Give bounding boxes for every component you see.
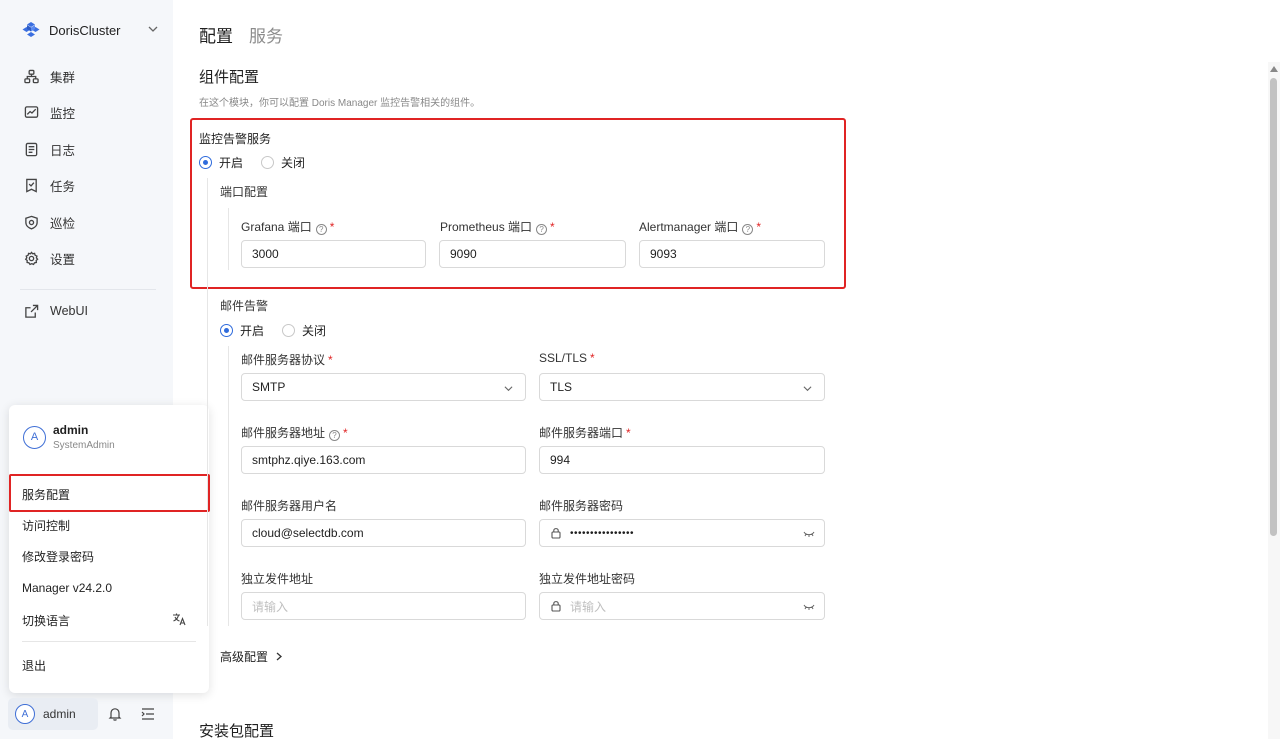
- smtp-host-label: 邮件服务器地址? *: [241, 426, 348, 441]
- email-alert-label: 邮件告警: [220, 299, 269, 313]
- user-menu-popup: A admin SystemAdmin 服务配置 访问控制 修改登录密码 Man…: [9, 405, 209, 693]
- tab-service[interactable]: 服务: [249, 22, 283, 47]
- log-icon: [25, 142, 38, 156]
- sidebar-item-label: 日志: [50, 143, 76, 158]
- sidebar-item-settings[interactable]: 设置: [10, 241, 160, 278]
- package-config-title: 安装包配置: [199, 723, 275, 739]
- component-config-description: 在这个模块，你可以配置 Doris Manager 监控告警相关的组件。: [199, 98, 481, 109]
- sender-address-label: 独立发件地址: [241, 572, 314, 586]
- scrollbar-thumb[interactable]: [1270, 78, 1277, 536]
- placeholder-text: 请输入: [570, 599, 607, 614]
- smtp-host-input[interactable]: smtphz.qiye.163.com: [241, 446, 526, 474]
- sidebar-item-monitor[interactable]: 监控: [10, 95, 160, 132]
- tab-config[interactable]: 配置: [199, 22, 233, 47]
- sidebar-item-label: 监控: [50, 107, 76, 122]
- sender-password-label: 独立发件地址密码: [539, 572, 636, 586]
- menu-item-version: Manager v24.2.0: [22, 581, 113, 595]
- section-guide-line: [228, 346, 229, 626]
- email-off-radio[interactable]: [282, 324, 296, 337]
- eye-closed-icon[interactable]: [803, 602, 815, 612]
- task-icon: [26, 179, 37, 193]
- lock-icon: [551, 601, 561, 612]
- sidebar-item-webui[interactable]: WebUI: [10, 293, 160, 330]
- advanced-config-toggle[interactable]: 高级配置: [220, 648, 283, 665]
- advanced-config-label: 高级配置: [220, 650, 269, 664]
- section-guide-line: [207, 276, 208, 626]
- smtp-port-label: 邮件服务器端口 *: [539, 426, 631, 440]
- component-config-title: 组件配置: [199, 69, 260, 86]
- sender-password-input[interactable]: 请输入: [539, 592, 825, 620]
- page-tabs: 配置 服务: [199, 22, 299, 47]
- monitor-icon: [24, 106, 39, 119]
- select-value: SMTP: [252, 380, 286, 394]
- sidebar-nav: 集群 监控 日志 任务 巡检 设置: [10, 58, 160, 277]
- sidebar-item-label: 巡检: [50, 216, 76, 231]
- help-icon[interactable]: ?: [329, 430, 341, 441]
- smtp-username-input[interactable]: cloud@selectdb.com: [241, 519, 526, 547]
- bottom-user-name: admin: [43, 707, 76, 721]
- password-dots: ••••••••••••••••: [570, 527, 635, 539]
- smtp-password-input[interactable]: ••••••••••••••••: [539, 519, 825, 547]
- email-radio-group: 开启 关闭: [220, 322, 326, 339]
- sidebar-item-label: WebUI: [50, 304, 88, 319]
- ssl-tls-label: SSL/TLS *: [539, 351, 595, 365]
- menu-item-change-password[interactable]: 修改登录密码: [22, 548, 94, 565]
- menu-fold-icon[interactable]: [140, 706, 156, 722]
- menu-item-logout[interactable]: 退出: [22, 657, 46, 674]
- email-on-radio[interactable]: [220, 324, 233, 337]
- radio-label: 关闭: [302, 324, 327, 338]
- sidebar-item-label: 任务: [50, 180, 76, 195]
- chevron-down-icon: [803, 386, 812, 392]
- sidebar-item-label: 设置: [50, 253, 76, 268]
- bell-icon[interactable]: [107, 706, 123, 722]
- gear-icon: [24, 251, 39, 266]
- menu-item-switch-language[interactable]: 切换语言: [22, 612, 70, 629]
- chevron-right-icon: [276, 652, 283, 661]
- chevron-down-icon: [148, 26, 158, 32]
- smtp-password-label: 邮件服务器密码: [539, 499, 624, 513]
- sidebar-item-task[interactable]: 任务: [10, 168, 160, 205]
- lock-icon: [551, 528, 561, 539]
- sidebar-item-cluster[interactable]: 集群: [10, 58, 160, 95]
- sidebar-item-inspection[interactable]: 巡检: [10, 204, 160, 241]
- user-name: admin: [53, 423, 89, 437]
- menu-item-access-control[interactable]: 访问控制: [22, 517, 70, 534]
- smtp-protocol-label: 邮件服务器协议 *: [241, 353, 333, 367]
- avatar: A: [15, 704, 35, 724]
- cluster-icon: [24, 69, 39, 83]
- cluster-switcher[interactable]: DorisCluster: [22, 18, 162, 42]
- highlight-service-config: [9, 474, 210, 512]
- bottom-user-button[interactable]: A admin: [8, 698, 98, 730]
- doris-logo-icon: [22, 22, 40, 37]
- smtp-username-label: 邮件服务器用户名: [241, 499, 338, 513]
- avatar: A: [23, 425, 46, 449]
- smtp-protocol-select[interactable]: SMTP: [241, 373, 526, 401]
- scroll-up-arrow-icon[interactable]: [1270, 66, 1278, 72]
- sidebar-item-label: 集群: [50, 70, 76, 85]
- smtp-port-input[interactable]: 994: [539, 446, 825, 474]
- user-info: A admin SystemAdmin: [23, 423, 115, 451]
- sidebar-item-log[interactable]: 日志: [10, 131, 160, 168]
- sender-address-input[interactable]: 请输入: [241, 592, 526, 620]
- cluster-name: DorisCluster: [49, 22, 121, 38]
- menu-divider: [22, 641, 196, 642]
- select-value: TLS: [550, 380, 573, 394]
- user-role: SystemAdmin: [53, 440, 115, 451]
- translate-icon: [173, 613, 186, 626]
- radio-label: 开启: [240, 324, 265, 338]
- inspection-icon: [25, 215, 38, 230]
- external-link-icon: [25, 304, 39, 318]
- eye-closed-icon[interactable]: [803, 529, 815, 539]
- highlight-monitoring-section: [190, 118, 846, 289]
- ssl-tls-select[interactable]: TLS: [539, 373, 825, 401]
- chevron-down-icon: [504, 386, 513, 392]
- sidebar-divider: [20, 289, 156, 290]
